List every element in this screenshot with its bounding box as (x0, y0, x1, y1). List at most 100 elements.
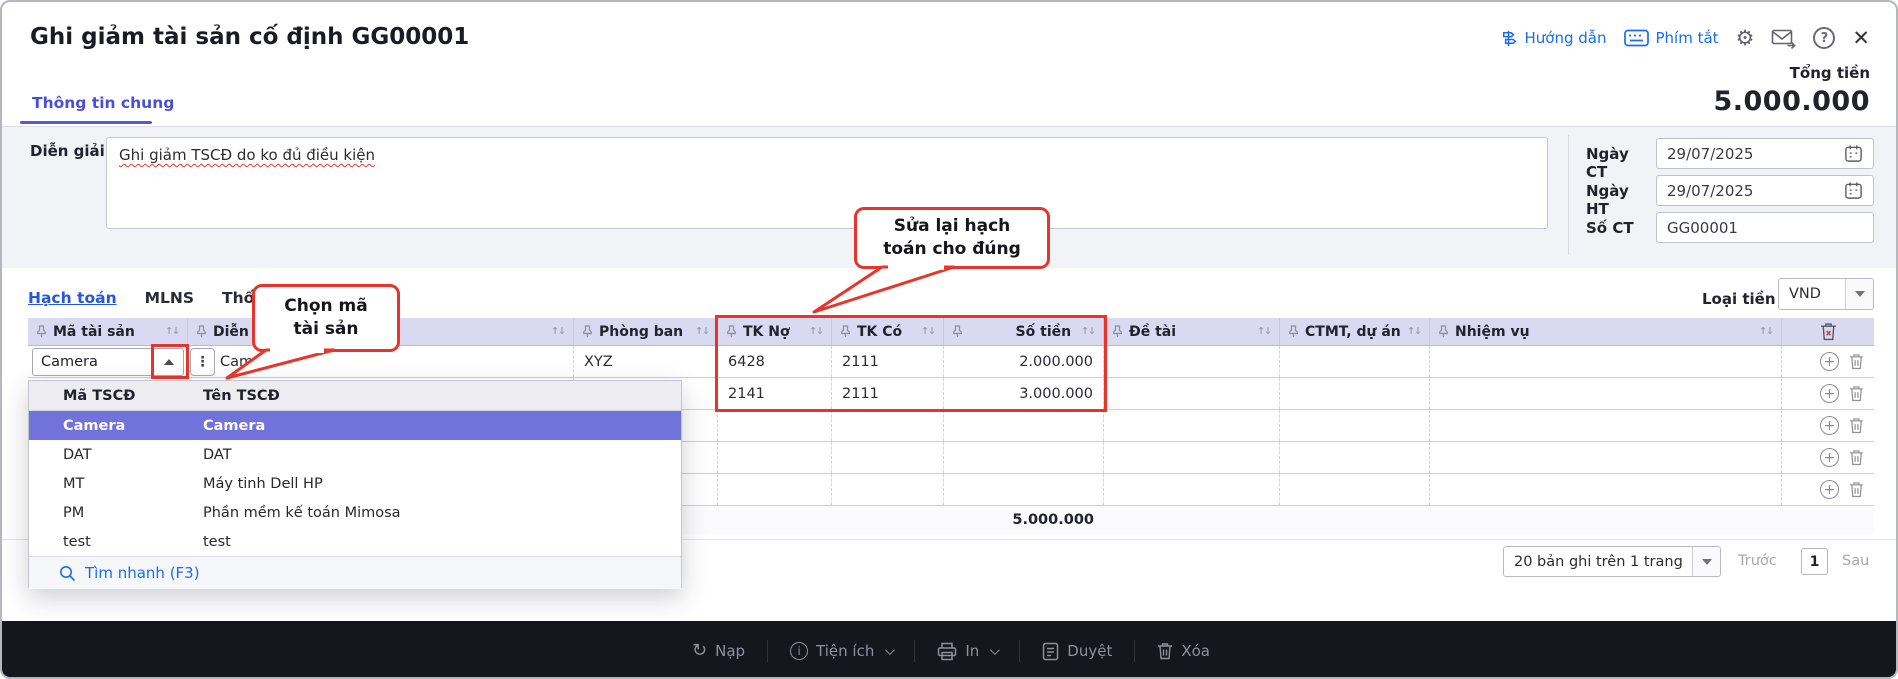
dropdown-name-header: Tên TSCĐ (203, 387, 280, 404)
description-text: Ghi giảm TSCĐ do ko đủ điều kiện (119, 146, 376, 164)
shortcuts-label: Phím tắt (1655, 29, 1719, 47)
doc-date-field[interactable]: 29/07/2025 (1656, 138, 1874, 169)
tab-mlns[interactable]: MLNS (145, 289, 194, 307)
asset-option[interactable]: PM Phần mềm kế toán Mimosa (29, 498, 681, 527)
description-textarea[interactable]: Ghi giảm TSCĐ do ko đủ điều kiện (106, 137, 1548, 229)
asset-option-selected[interactable]: Camera Camera (29, 411, 681, 440)
chevron-down-icon[interactable] (1692, 547, 1720, 576)
chevron-down-icon (990, 644, 1001, 655)
chevron-down-icon (885, 644, 896, 655)
reload-button[interactable]: ↻ Nạp (692, 640, 745, 661)
pin-icon[interactable] (1112, 325, 1123, 338)
quick-search-label: Tìm nhanh (F3) (85, 564, 200, 582)
posting-date-label: Ngày HT (1586, 182, 1629, 218)
currency-label: Loại tiền (1702, 290, 1776, 308)
approve-button[interactable]: Duyệt (1042, 642, 1112, 661)
tab-accounting[interactable]: Hạch toán (28, 289, 117, 307)
posting-date-field[interactable]: 29/07/2025 (1656, 175, 1874, 206)
pin-icon[interactable] (1438, 325, 1449, 338)
sort-icon[interactable]: ↑↓ (1257, 326, 1272, 337)
add-row-icon[interactable]: + (1820, 480, 1839, 499)
page-size-select[interactable]: 20 bản ghi trên 1 trang (1503, 546, 1721, 577)
footer-center-actions: ↻ Nạp i Tiện ích In Duyệt Xóa (692, 621, 1210, 677)
pin-icon[interactable] (196, 325, 207, 338)
signpost-icon (1502, 30, 1516, 46)
annotation-box-dropdown-arrow (151, 344, 189, 379)
document-icon (1043, 642, 1059, 660)
col-header-program-project[interactable]: CTMT, dự án ↑↓ (1280, 318, 1430, 345)
add-row-icon[interactable]: + (1820, 416, 1839, 435)
doc-number-field[interactable]: GG00001 (1656, 212, 1874, 243)
cell-task[interactable] (1430, 346, 1782, 377)
delete-row-icon[interactable] (1849, 385, 1864, 402)
tab-general-info[interactable]: Thông tin chung (32, 94, 174, 112)
sort-icon[interactable]: ↑↓ (1407, 326, 1422, 337)
pin-icon[interactable] (1288, 325, 1299, 338)
header-actions: Hướng dẫn Phím tắt ⚙ ? ✕ (1499, 24, 1870, 52)
current-page-box[interactable]: 1 (1801, 548, 1828, 575)
sort-icon[interactable]: ↑↓ (695, 326, 710, 337)
col-header-topic[interactable]: Đề tài ↑↓ (1104, 318, 1280, 345)
guide-link[interactable]: Hướng dẫn (1499, 29, 1607, 48)
description-label: Diễn giải (30, 142, 105, 160)
col-header-asset-code[interactable]: Mã tài sản ↑↓ (28, 318, 188, 345)
search-icon (60, 565, 76, 581)
doc-number-value: GG00001 (1667, 218, 1738, 237)
print-button[interactable]: In (937, 642, 1001, 661)
footer-toolbar: Đóng ↻ Nạp i Tiện ích In Duyệt (2, 621, 1896, 677)
chevron-down-icon[interactable] (1845, 279, 1873, 309)
currency-value: VND (1789, 286, 1821, 302)
pin-icon[interactable] (582, 325, 593, 338)
doc-date-label: Ngày CT (1586, 145, 1629, 181)
shortcuts-link[interactable]: Phím tắt (1623, 29, 1719, 47)
trash-icon (1158, 643, 1173, 660)
callout-select-asset: Chọn mã tài sản (252, 284, 400, 352)
dropdown-header-row: Mã TSCĐ Tên TSCĐ (29, 381, 681, 411)
cell-more-options-button[interactable]: ⋮ (190, 348, 215, 376)
currency-select[interactable]: VND (1778, 278, 1874, 310)
calendar-icon[interactable] (1844, 144, 1863, 163)
delete-row-icon[interactable] (1849, 449, 1864, 466)
doc-number-label: Số CT (1586, 219, 1634, 237)
asset-option[interactable]: MT Máy tinh Dell HP (29, 469, 681, 498)
posting-date-value: 29/07/2025 (1667, 181, 1754, 200)
delete-row-icon[interactable] (1849, 353, 1864, 370)
add-row-icon[interactable]: + (1820, 352, 1839, 371)
quick-search-button[interactable]: Tìm nhanh (F3) (29, 556, 681, 589)
delete-row-icon[interactable] (1849, 417, 1864, 434)
next-page-button[interactable]: Sau (1842, 553, 1869, 569)
cell-topic[interactable] (1104, 346, 1280, 377)
page-size-value: 20 bản ghi trên 1 trang (1514, 553, 1683, 570)
sort-icon[interactable]: ↑↓ (551, 326, 566, 337)
asset-code-value: Camera (41, 354, 98, 370)
total-amount: 5.000.000 (1713, 86, 1870, 117)
col-header-department[interactable]: Phòng ban ↑↓ (574, 318, 718, 345)
sort-icon[interactable]: ↑↓ (165, 326, 180, 337)
close-icon[interactable]: ✕ (1852, 26, 1870, 50)
sort-icon[interactable]: ↑↓ (1759, 326, 1774, 337)
cell-department[interactable]: XYZ (574, 346, 718, 377)
send-mail-icon[interactable] (1771, 28, 1797, 49)
reload-icon: ↻ (692, 640, 708, 661)
cell-program-project[interactable] (1280, 346, 1430, 377)
utilities-button[interactable]: i Tiện ích (790, 642, 896, 660)
doc-date-value: 29/07/2025 (1667, 144, 1754, 163)
active-tab-indicator (20, 121, 152, 124)
delete-button[interactable]: Xóa (1157, 642, 1210, 660)
info-circle-icon: i (790, 642, 809, 660)
prev-page-button[interactable]: Trước (1738, 553, 1777, 569)
settings-gear-icon[interactable]: ⚙ (1736, 27, 1755, 49)
add-row-icon[interactable]: + (1820, 448, 1839, 467)
annotation-box-account-columns (715, 315, 1107, 412)
trash-x-icon (1820, 323, 1836, 341)
col-header-task[interactable]: Nhiệm vụ ↑↓ (1430, 318, 1782, 345)
add-row-icon[interactable]: + (1820, 384, 1839, 403)
col-header-delete-all[interactable] (1782, 318, 1874, 345)
pin-icon[interactable] (36, 325, 47, 338)
asset-option[interactable]: test test (29, 527, 681, 556)
dropdown-code-header: Mã TSCĐ (63, 387, 136, 404)
asset-option[interactable]: DAT DAT (29, 440, 681, 469)
delete-row-icon[interactable] (1849, 481, 1864, 498)
help-icon[interactable]: ? (1813, 27, 1836, 49)
calendar-icon[interactable] (1844, 181, 1863, 200)
